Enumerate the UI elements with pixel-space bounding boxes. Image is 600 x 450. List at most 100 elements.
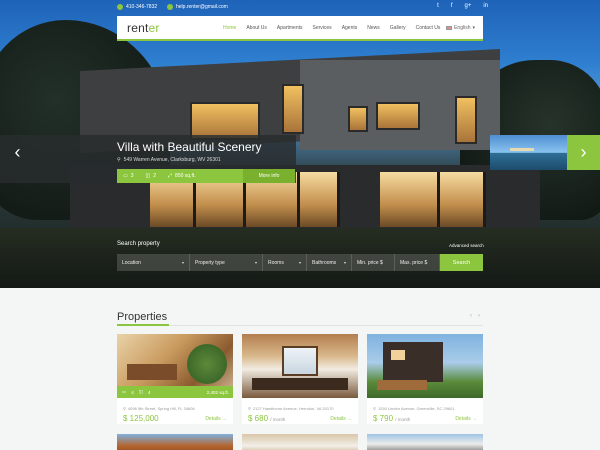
slide-infobar: ▭ 3 ◫ 2 ⤢ 850 sq.ft. More info bbox=[117, 169, 295, 183]
beds-value: 3 bbox=[130, 173, 134, 179]
price-value: $ 680 bbox=[248, 414, 269, 423]
max-price-input[interactable]: Max. price $ bbox=[395, 254, 440, 271]
email-contact[interactable]: help.renter@gmail.com bbox=[167, 4, 228, 10]
search-title: Search property bbox=[117, 241, 160, 247]
arrow-right-icon: → bbox=[472, 416, 477, 422]
price-value: $ 125,000 bbox=[123, 414, 159, 423]
divider bbox=[117, 325, 483, 326]
page: 410-346-7832 help.renter@gmail.com t f g… bbox=[0, 0, 600, 450]
house-window bbox=[282, 84, 304, 134]
slider-next-arrow-icon[interactable]: › bbox=[567, 135, 600, 170]
menu-item-services[interactable]: Services bbox=[313, 25, 332, 31]
property-photo[interactable] bbox=[242, 434, 358, 450]
property-price: $ 125,000 bbox=[123, 414, 159, 423]
hero-slider: 410-346-7832 help.renter@gmail.com t f g… bbox=[0, 0, 600, 288]
next-slide-thumbnail[interactable] bbox=[490, 135, 568, 170]
property-type-select[interactable]: Property type ▾ bbox=[190, 254, 263, 271]
location-select[interactable]: Location ▾ bbox=[117, 254, 190, 271]
property-price: $ 680 / month bbox=[248, 414, 285, 423]
bath-icon: ◫ bbox=[145, 173, 151, 179]
property-photo[interactable] bbox=[242, 334, 358, 398]
logo-accent: er bbox=[148, 20, 160, 35]
house-window bbox=[391, 350, 405, 360]
property-photo[interactable] bbox=[367, 334, 483, 398]
property-features-bar: ▭ 4 ◫ 4 2,402 sq.ft. bbox=[117, 386, 233, 398]
bathrooms-select[interactable]: Bathrooms ▾ bbox=[307, 254, 352, 271]
menu-item-news[interactable]: News bbox=[367, 25, 380, 31]
flag-icon bbox=[446, 26, 453, 30]
menu-item-apartments[interactable]: Apartments bbox=[277, 25, 303, 31]
search-button[interactable]: Search bbox=[440, 254, 483, 271]
chevron-left-icon[interactable]: ‹ bbox=[470, 313, 472, 319]
baths-value: 4 bbox=[148, 389, 151, 395]
slide-title[interactable]: Villa with Beautiful Scenery bbox=[117, 140, 262, 154]
details-link[interactable]: Details → bbox=[205, 416, 227, 422]
bathrooms-label: Bathrooms bbox=[312, 259, 337, 266]
details-link[interactable]: Details → bbox=[455, 416, 477, 422]
beds-value: 4 bbox=[131, 389, 134, 395]
facebook-icon[interactable]: f bbox=[451, 3, 453, 9]
price-value: $ 790 bbox=[373, 414, 394, 423]
search-form: Location ▾ Property type ▾ Rooms ▾ Bathroom… bbox=[117, 254, 483, 271]
price-period: / month bbox=[395, 417, 411, 422]
arrow-right-icon: → bbox=[222, 416, 227, 422]
max-price-label: Max. price $ bbox=[400, 259, 428, 266]
beds-feature: ▭ 3 bbox=[123, 173, 134, 179]
gazebo-shape bbox=[510, 141, 534, 151]
property-type-label: Property type bbox=[195, 259, 225, 266]
rooms-label: Rooms bbox=[268, 259, 284, 266]
advanced-search-link[interactable]: Advanced search bbox=[449, 243, 484, 248]
property-card[interactable]: ⚲ 2127 Hawthorne Avenue, Herndon, VA 2017… bbox=[242, 334, 358, 424]
google-plus-icon[interactable]: g+ bbox=[464, 3, 471, 9]
location-pin-icon: ⚲ bbox=[123, 406, 126, 411]
phone-contact[interactable]: 410-346-7832 bbox=[117, 4, 157, 10]
location-pin-icon: ⚲ bbox=[117, 157, 121, 163]
property-address-text: 4096 5th Street, Spring Hill, FL 34606 bbox=[127, 406, 195, 411]
house-shape bbox=[383, 342, 443, 382]
area-feature: ⤢ 850 sq.ft. bbox=[168, 173, 196, 179]
rooms-select[interactable]: Rooms ▾ bbox=[263, 254, 307, 271]
sofa-shape bbox=[252, 378, 348, 390]
property-card[interactable]: ⚲ 1250 Linden Avenue, Greenville, SC 2960… bbox=[367, 334, 483, 424]
language-selector[interactable]: English ▾ bbox=[446, 25, 475, 31]
details-link[interactable]: Details → bbox=[330, 416, 352, 422]
linkedin-icon[interactable]: in bbox=[483, 3, 488, 9]
location-label: Location bbox=[122, 259, 141, 266]
chevron-right-icon[interactable]: › bbox=[478, 313, 480, 319]
property-photo[interactable] bbox=[117, 434, 233, 450]
property-address: ⚲ 2127 Hawthorne Avenue, Herndon, VA 2017… bbox=[248, 406, 334, 411]
house-window bbox=[376, 102, 420, 130]
window-shape bbox=[282, 346, 318, 376]
language-label: English bbox=[454, 25, 471, 31]
phone-number: 410-346-7832 bbox=[126, 4, 158, 10]
property-card[interactable]: ▭ 4 ◫ 4 2,402 sq.ft. ⚲ 4096 5th Street, Spr… bbox=[117, 334, 233, 424]
heading-underline bbox=[117, 324, 169, 326]
main-menu: Home About Us Apartments Services Agents… bbox=[223, 25, 440, 31]
twitter-icon[interactable]: t bbox=[437, 3, 439, 9]
location-pin-icon: ⚲ bbox=[373, 406, 376, 411]
menu-item-agents[interactable]: Agents bbox=[342, 25, 358, 31]
details-label: Details bbox=[330, 416, 346, 422]
logo-text: rent bbox=[127, 20, 149, 35]
details-label: Details bbox=[455, 416, 471, 422]
min-price-input[interactable]: Min. price $ bbox=[352, 254, 395, 271]
logo[interactable]: renter bbox=[127, 21, 160, 35]
price-period: / month bbox=[270, 417, 286, 422]
menu-item-gallery[interactable]: Gallery bbox=[390, 25, 406, 31]
menu-item-contact[interactable]: Contact Us bbox=[416, 25, 441, 31]
property-photo[interactable] bbox=[367, 434, 483, 450]
bed-icon: ▭ bbox=[122, 389, 127, 394]
area-value: 850 sq.ft. bbox=[175, 173, 196, 179]
location-pin-icon: ⚲ bbox=[248, 406, 251, 411]
phone-icon bbox=[117, 4, 123, 10]
menu-item-about[interactable]: About Us bbox=[246, 25, 267, 31]
property-address: ⚲ 4096 5th Street, Spring Hill, FL 34606 bbox=[123, 406, 195, 411]
area-value: 2,402 sq.ft. bbox=[206, 389, 229, 395]
menu-item-home[interactable]: Home bbox=[223, 25, 236, 31]
slider-prev-arrow-icon[interactable]: ‹ bbox=[0, 135, 35, 170]
chevron-down-icon: ▾ bbox=[343, 260, 346, 265]
sofa-shape bbox=[127, 364, 177, 380]
top-bar: 410-346-7832 help.renter@gmail.com t f g… bbox=[0, 0, 600, 16]
house-glass-wall bbox=[440, 172, 486, 227]
more-info-button[interactable]: More info bbox=[243, 169, 295, 183]
